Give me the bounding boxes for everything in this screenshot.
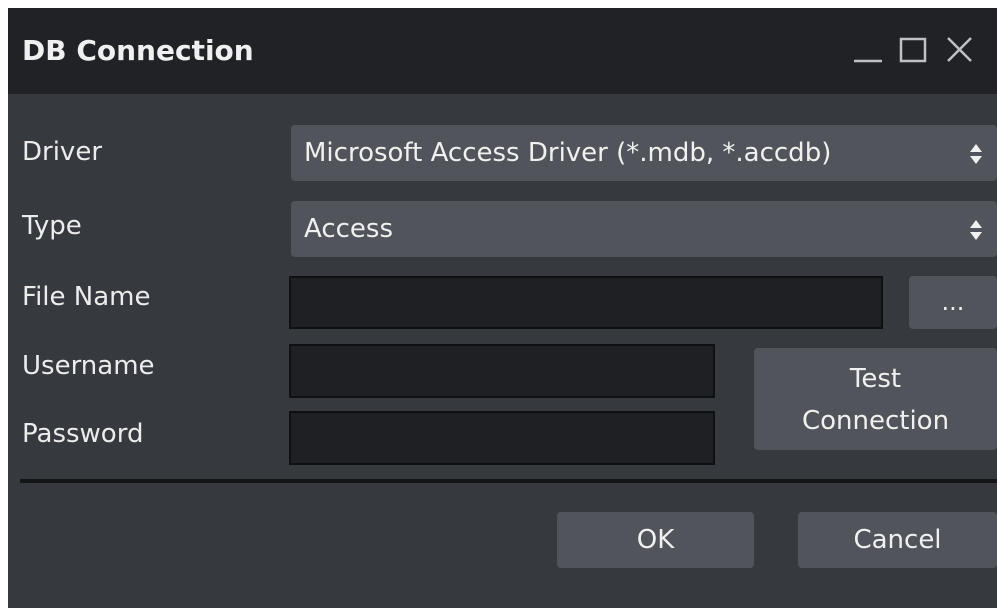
title-bar[interactable]: DB Connection bbox=[8, 8, 997, 94]
divider bbox=[20, 479, 997, 483]
cancel-button[interactable]: Cancel bbox=[798, 512, 997, 568]
driver-select[interactable]: Microsoft Access Driver (*.mdb, *.accdb) bbox=[291, 125, 997, 181]
ok-button-label: OK bbox=[636, 525, 675, 555]
driver-label: Driver bbox=[22, 137, 103, 167]
file-name-field[interactable] bbox=[289, 276, 883, 329]
type-select[interactable]: Access bbox=[291, 201, 997, 257]
close-button[interactable] bbox=[942, 32, 978, 68]
cancel-button-label: Cancel bbox=[853, 525, 942, 555]
close-icon bbox=[947, 37, 972, 62]
maximize-icon bbox=[899, 37, 927, 63]
minimize-button[interactable] bbox=[850, 32, 886, 68]
password-field[interactable] bbox=[289, 411, 715, 465]
browse-button-label: ... bbox=[941, 288, 965, 316]
ok-button[interactable]: OK bbox=[557, 512, 754, 568]
username-field[interactable] bbox=[289, 344, 715, 398]
maximize-button[interactable] bbox=[896, 32, 932, 68]
browse-button[interactable]: ... bbox=[909, 276, 997, 329]
minimize-icon bbox=[854, 59, 882, 63]
file-name-label: File Name bbox=[22, 282, 151, 312]
up-down-arrows-icon bbox=[970, 144, 982, 164]
db-connection-dialog: DB Connection Driver Microsoft Access Dr… bbox=[8, 8, 997, 608]
type-select-value: Access bbox=[304, 214, 394, 244]
test-connection-button[interactable]: Test Connection bbox=[754, 348, 997, 450]
test-connection-label-line2: Connection bbox=[801, 406, 950, 436]
driver-select-value: Microsoft Access Driver (*.mdb, *.accdb) bbox=[304, 138, 832, 168]
window-title: DB Connection bbox=[22, 34, 254, 67]
up-down-arrows-icon bbox=[970, 220, 982, 240]
password-label: Password bbox=[22, 419, 144, 449]
username-label: Username bbox=[22, 351, 155, 381]
type-label: Type bbox=[22, 211, 82, 241]
test-connection-label-line1: Test bbox=[849, 364, 902, 394]
